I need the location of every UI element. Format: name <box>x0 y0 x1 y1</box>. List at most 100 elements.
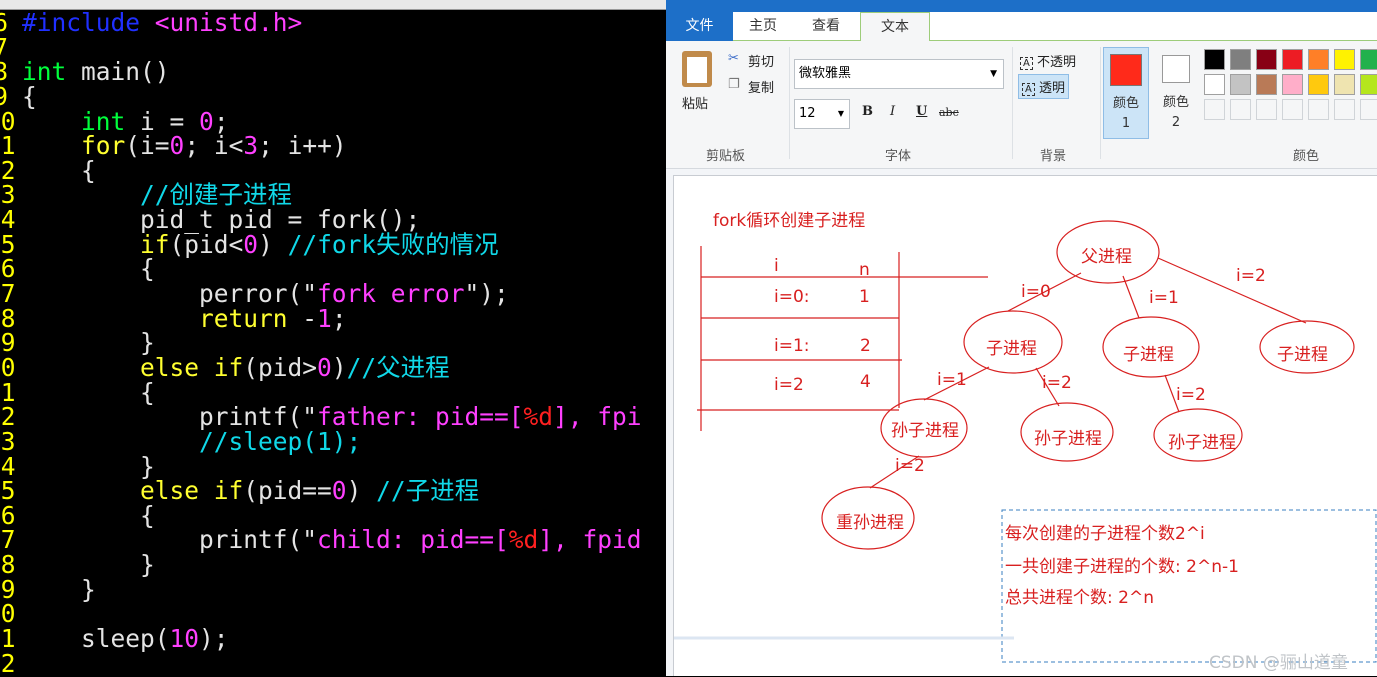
paste-icon[interactable] <box>682 51 712 87</box>
tab-view[interactable]: 查看 <box>793 12 859 41</box>
palette-swatch[interactable] <box>1282 74 1303 95</box>
font-size-select[interactable]: 12 ▼ <box>794 99 850 129</box>
ribbon: 粘贴 ✂ 剪切 ❐ 复制 剪贴板 微软雅黑 ▼ 12 ▼ B I U abc 字体 … <box>666 41 1377 169</box>
line-number: 9 <box>0 81 8 111</box>
code-token: ; <box>331 303 347 333</box>
line-number: 20 <box>0 352 16 382</box>
font-family-select[interactable]: 微软雅黑 ▼ <box>794 59 1004 89</box>
code-token: 0 <box>169 131 185 161</box>
code-token: main() <box>66 57 170 87</box>
palette-swatch[interactable] <box>1204 99 1225 120</box>
clipboard-group-label: 剪贴板 <box>706 149 746 164</box>
note-line[interactable]: 每次创建的子进程个数2^i <box>1005 519 1205 544</box>
font-family-value: 微软雅黑 <box>799 66 852 81</box>
code-token: //fork失败的情况 <box>287 229 499 259</box>
code-token: 0 <box>331 476 347 506</box>
edge-label: i=2 <box>1176 385 1206 405</box>
paste-button[interactable]: 粘贴 <box>682 93 708 112</box>
palette-swatch[interactable] <box>1230 74 1251 95</box>
tab-text[interactable]: 文本 <box>860 12 930 42</box>
code-token: 0 <box>243 229 259 259</box>
cut-button[interactable]: 剪切 <box>748 51 774 70</box>
code-area[interactable]: 6#include <unistd.h>78int main()9{10 int… <box>0 10 642 676</box>
palette-swatch[interactable] <box>1230 49 1251 70</box>
color2-button[interactable]: 颜色 2 <box>1156 47 1198 139</box>
code-line: 11 for(i=0; i<3; i++) <box>0 134 642 159</box>
code-token: 1 <box>317 303 332 333</box>
code-line: 20 else if(pid>0)//父进程 <box>0 352 642 382</box>
line-number: 17 <box>0 279 16 309</box>
edge-label: i=2 <box>1042 373 1072 393</box>
palette-swatch[interactable] <box>1334 49 1355 70</box>
code-token: ], fpid <box>538 525 642 555</box>
edge-label: i=1 <box>937 370 967 390</box>
tab-file[interactable]: 文件 <box>666 12 733 41</box>
edge-label: i=1 <box>1149 288 1179 308</box>
code-line: 8 int main() <box>0 60 642 85</box>
edge-label: i=0 <box>1021 282 1051 302</box>
palette-swatch[interactable] <box>1256 99 1277 120</box>
code-token: //sleep(1); <box>199 426 362 456</box>
underline-button[interactable]: U <box>916 104 927 119</box>
code-token: 3 <box>243 131 259 161</box>
code-token: (pid< <box>169 229 244 259</box>
code-token: 0 <box>317 352 332 382</box>
palette-swatch[interactable] <box>1360 74 1377 95</box>
palette-swatch[interactable] <box>1308 99 1329 120</box>
palette-swatch[interactable] <box>1204 74 1225 95</box>
strikethrough-button[interactable]: abc <box>939 106 959 119</box>
code-token: else if <box>140 476 244 506</box>
note-line[interactable]: 总共进程个数: 2^n <box>1005 583 1154 608</box>
table-header-n: n <box>859 260 870 280</box>
edge-label: i=2 <box>1236 266 1266 286</box>
palette-swatch[interactable] <box>1360 49 1377 70</box>
code-token: %d <box>508 525 539 555</box>
palette-swatch[interactable] <box>1360 99 1377 120</box>
palette-swatch[interactable] <box>1282 49 1303 70</box>
palette-swatch[interactable] <box>1230 99 1251 120</box>
transparent-button[interactable]: A 透明 <box>1018 74 1069 99</box>
opaque-button[interactable]: A 不透明 <box>1020 51 1076 70</box>
italic-button[interactable]: I <box>890 104 895 119</box>
bold-button[interactable]: B <box>862 104 873 119</box>
code-token: - <box>287 303 318 333</box>
edge-e1 <box>1122 275 1140 319</box>
tab-home[interactable]: 主页 <box>733 12 793 41</box>
palette-swatch[interactable] <box>1308 74 1329 95</box>
palette-swatch[interactable] <box>1256 74 1277 95</box>
code-token: ); <box>199 624 229 654</box>
drawing-canvas[interactable]: fork循环创建子进程 i n i=0: 1 i=1: 2 i=2 4 父进程 … <box>673 175 1377 676</box>
color1-label: 颜色 1 <box>1112 96 1139 131</box>
code-editor[interactable]: 6#include <unistd.h>78int main()9{10 int… <box>0 0 666 676</box>
code-token: ) <box>331 352 347 382</box>
copy-button[interactable]: 复制 <box>748 77 774 96</box>
code-line: 6 #include <unistd.h> <box>0 10 642 36</box>
code-token: "); <box>464 279 509 309</box>
palette-swatch[interactable] <box>1256 49 1277 70</box>
code-token: (i= <box>125 131 170 161</box>
code-token: perror(" <box>22 279 318 309</box>
palette-swatch[interactable] <box>1334 99 1355 120</box>
chevron-down-icon: ▼ <box>837 109 844 118</box>
palette-swatch[interactable] <box>1334 74 1355 95</box>
font-group-label: 字体 <box>885 149 912 164</box>
code-token: else if <box>140 352 244 382</box>
table-cell: i=1: <box>774 336 810 356</box>
color2-label: 颜色 2 <box>1162 95 1189 130</box>
palette-swatch[interactable] <box>1308 49 1329 70</box>
color1-button[interactable]: 颜色 1 <box>1103 47 1149 139</box>
node-label: 孙子进程 <box>1034 429 1102 449</box>
table-header-i: i <box>774 256 779 276</box>
background-group-label: 背景 <box>1040 149 1067 164</box>
node-label: 子进程 <box>1123 345 1174 365</box>
note-line[interactable]: 一共创建子进程的个数: 2^n-1 <box>1005 552 1239 577</box>
code-token: (pid== <box>243 476 332 506</box>
code-token: ) <box>258 229 288 259</box>
edge-label: i=2 <box>895 456 925 476</box>
palette-swatch[interactable] <box>1282 99 1303 120</box>
palette-swatch[interactable] <box>1204 49 1225 70</box>
code-line: 17 perror("fork error"); <box>0 279 642 309</box>
